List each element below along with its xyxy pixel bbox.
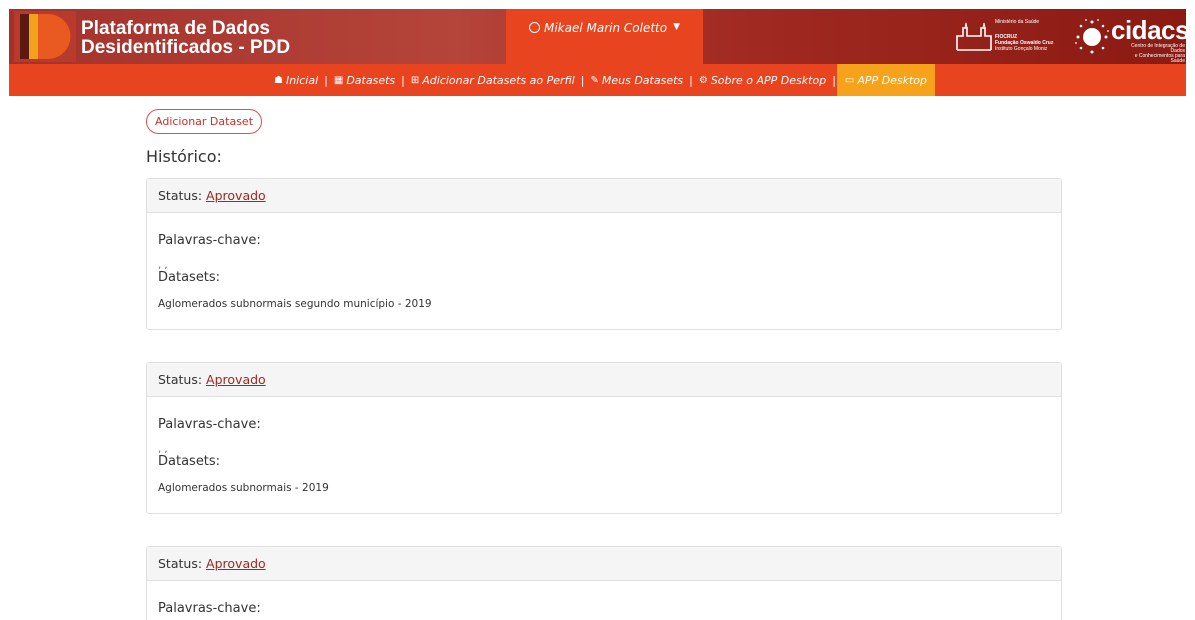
nav-sobre-app-desktop[interactable]: ⚙ Sobre o APP Desktop [694, 64, 831, 96]
user-menu[interactable]: Mikael Marin Coletto ▼ [506, 9, 703, 64]
status-label: Status: [158, 556, 203, 571]
card-header: Status: Aprovado [147, 179, 1061, 213]
home-icon: ☗ [274, 74, 283, 86]
main-content: Adicionar Dataset Histórico: [146, 109, 1062, 166]
nav-inicial[interactable]: ☗ Inicial [269, 64, 323, 96]
brand-title-line1: Plataforma de Dados [81, 18, 270, 39]
fiocruz-logo: Ministério da Saúde FIOCRUZ Fundação Osw… [953, 19, 1065, 55]
nav-datasets-label: Datasets [346, 73, 396, 87]
nav-app-desktop-label: APP Desktop [857, 73, 928, 87]
cidacs-wordmark: cidacs [1111, 15, 1189, 45]
history-card: Status: Aprovado Palavras-chave: [146, 546, 1062, 620]
nav-adicionar-datasets-label: Adicionar Datasets ao Perfil [422, 73, 575, 87]
nav-adicionar-datasets[interactable]: ⊞ Adicionar Datasets ao Perfil [406, 64, 580, 96]
top-header: Plataforma de Dados Desidentificados - P… [9, 9, 1189, 64]
nav-meus-datasets[interactable]: ✎ Meus Datasets [585, 64, 688, 96]
brand-title-line2: Desidentificados - PDD [81, 37, 291, 58]
keywords-label: Palavras-chave: [158, 233, 261, 248]
datasets-label: Datasets: [158, 270, 221, 285]
keywords-value: , , [158, 260, 168, 271]
datasets-value: Aglomerados subnormais - 2019 [158, 482, 329, 494]
status-link[interactable]: Aprovado [206, 372, 266, 387]
card-header: Status: Aprovado [147, 547, 1061, 581]
keywords-value: , , [158, 444, 168, 455]
status-label: Status: [158, 372, 203, 387]
nav-sobre-app-desktop-label: Sobre o APP Desktop [710, 73, 827, 87]
card-header: Status: Aprovado [147, 363, 1061, 397]
user-circle-icon [528, 22, 540, 33]
datasets-value: Aglomerados subnormais segundo município… [158, 298, 432, 310]
fiocruz-ministerio: Ministério da Saúde [995, 19, 1040, 25]
user-name: Mikael Marin Coletto [543, 21, 668, 35]
gear-icon: ⚙ [698, 74, 708, 86]
status-link[interactable]: Aprovado [206, 188, 266, 203]
caret-down-icon: ▼ [673, 22, 681, 32]
pdd-logo[interactable] [14, 11, 76, 62]
keywords-label: Palavras-chave: [158, 417, 261, 432]
table-icon: ▦ [333, 74, 344, 86]
monitor-icon: ▭ [844, 74, 855, 86]
nav-app-desktop[interactable]: ▭ APP Desktop [836, 64, 936, 96]
cidacs-logo: cidacs Centro de Integração de Dados e C… [1075, 15, 1189, 64]
edit-icon: ✎ [590, 74, 599, 86]
cidacs-subtitle-line2: e Conhecimentos para Saúde [1134, 53, 1185, 64]
main-nav: ☗ Inicial | ▦ Datasets | ⊞ Adicionar Dat… [9, 64, 1186, 96]
datasets-label: Datasets: [158, 454, 221, 469]
status-link[interactable]: Aprovado [206, 556, 266, 571]
status-label: Status: [158, 188, 203, 203]
file-plus-icon: ⊞ [410, 74, 420, 86]
nav-datasets[interactable]: ▦ Datasets [329, 64, 400, 96]
cidacs-subtitle: Centro de Integração de Dados e Conhecim… [1125, 44, 1185, 64]
history-title: Histórico: [146, 147, 222, 166]
add-dataset-button[interactable]: Adicionar Dataset [146, 109, 263, 134]
keywords-label: Palavras-chave: [158, 601, 261, 616]
brand-title[interactable]: Plataforma de Dados Desidentificados - P… [81, 19, 290, 57]
fiocruz-instituto: Instituto Gonçalo Moniz [995, 46, 1048, 52]
history-card: Status: Aprovado Palavras-chave: , , Dat… [146, 178, 1062, 330]
nav-meus-datasets-label: Meus Datasets [601, 73, 684, 87]
nav-inicial-label: Inicial [285, 73, 319, 87]
history-card: Status: Aprovado Palavras-chave: , , Dat… [146, 362, 1062, 514]
